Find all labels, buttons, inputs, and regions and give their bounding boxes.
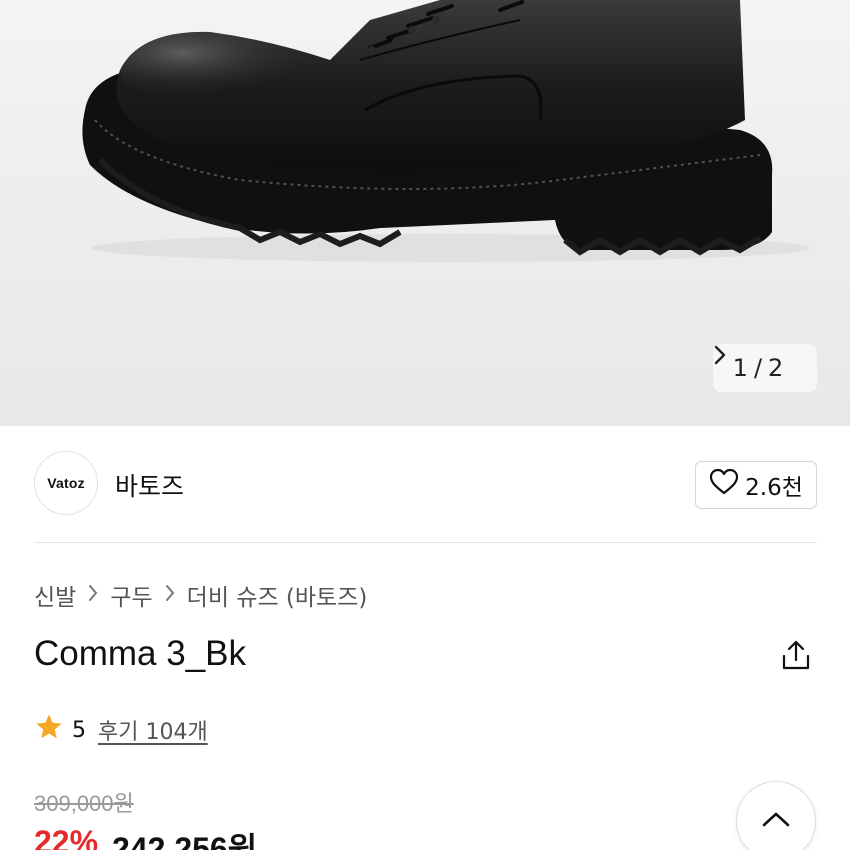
share-icon[interactable] <box>778 638 814 674</box>
sale-price-row: 22% 242,256원 <box>34 824 257 850</box>
like-button[interactable]: 2.6천 <box>695 461 817 509</box>
chevron-up-icon <box>761 810 791 832</box>
pager-current: 1 <box>732 354 748 382</box>
brand-logo[interactable]: Vatoz <box>34 451 98 515</box>
product-image-gallery[interactable]: 1 / 2 <box>0 0 850 426</box>
sale-price: 242,256원 <box>112 831 258 850</box>
original-price: 309,000원 <box>34 791 134 816</box>
star-icon <box>34 712 64 748</box>
pager-separator: / <box>753 354 763 382</box>
gallery-pager[interactable]: 1 / 2 <box>713 344 817 392</box>
breadcrumb: 신발 구두 더비 슈즈 (바토즈) <box>34 578 367 612</box>
pager-total: 2 <box>768 354 784 382</box>
brand-logo-text: Vatoz <box>47 475 85 491</box>
brand-name-link[interactable]: 바토즈 <box>115 467 184 503</box>
product-title: Comma 3_Bk <box>34 634 247 673</box>
reviews-link[interactable]: 후기 104개 <box>98 714 208 746</box>
scroll-to-top-button[interactable] <box>736 781 816 850</box>
breadcrumb-item-shoes[interactable]: 신발 <box>34 578 76 612</box>
discount-rate: 22% <box>34 824 99 850</box>
brand-row: Vatoz 바토즈 2.6천 <box>34 451 817 517</box>
like-count: 2.6천 <box>745 475 803 501</box>
divider <box>34 542 817 543</box>
chevron-right-icon <box>165 583 175 608</box>
breadcrumb-item-dress-shoes[interactable]: 구두 <box>110 578 152 612</box>
breadcrumb-item-derby-shoes[interactable]: 더비 슈즈 (바토즈) <box>187 578 368 612</box>
rating-summary: 5 후기 104개 <box>34 712 208 748</box>
chevron-right-icon <box>88 583 98 608</box>
rating-score: 5 <box>72 717 86 743</box>
heart-outline-icon <box>709 468 739 502</box>
